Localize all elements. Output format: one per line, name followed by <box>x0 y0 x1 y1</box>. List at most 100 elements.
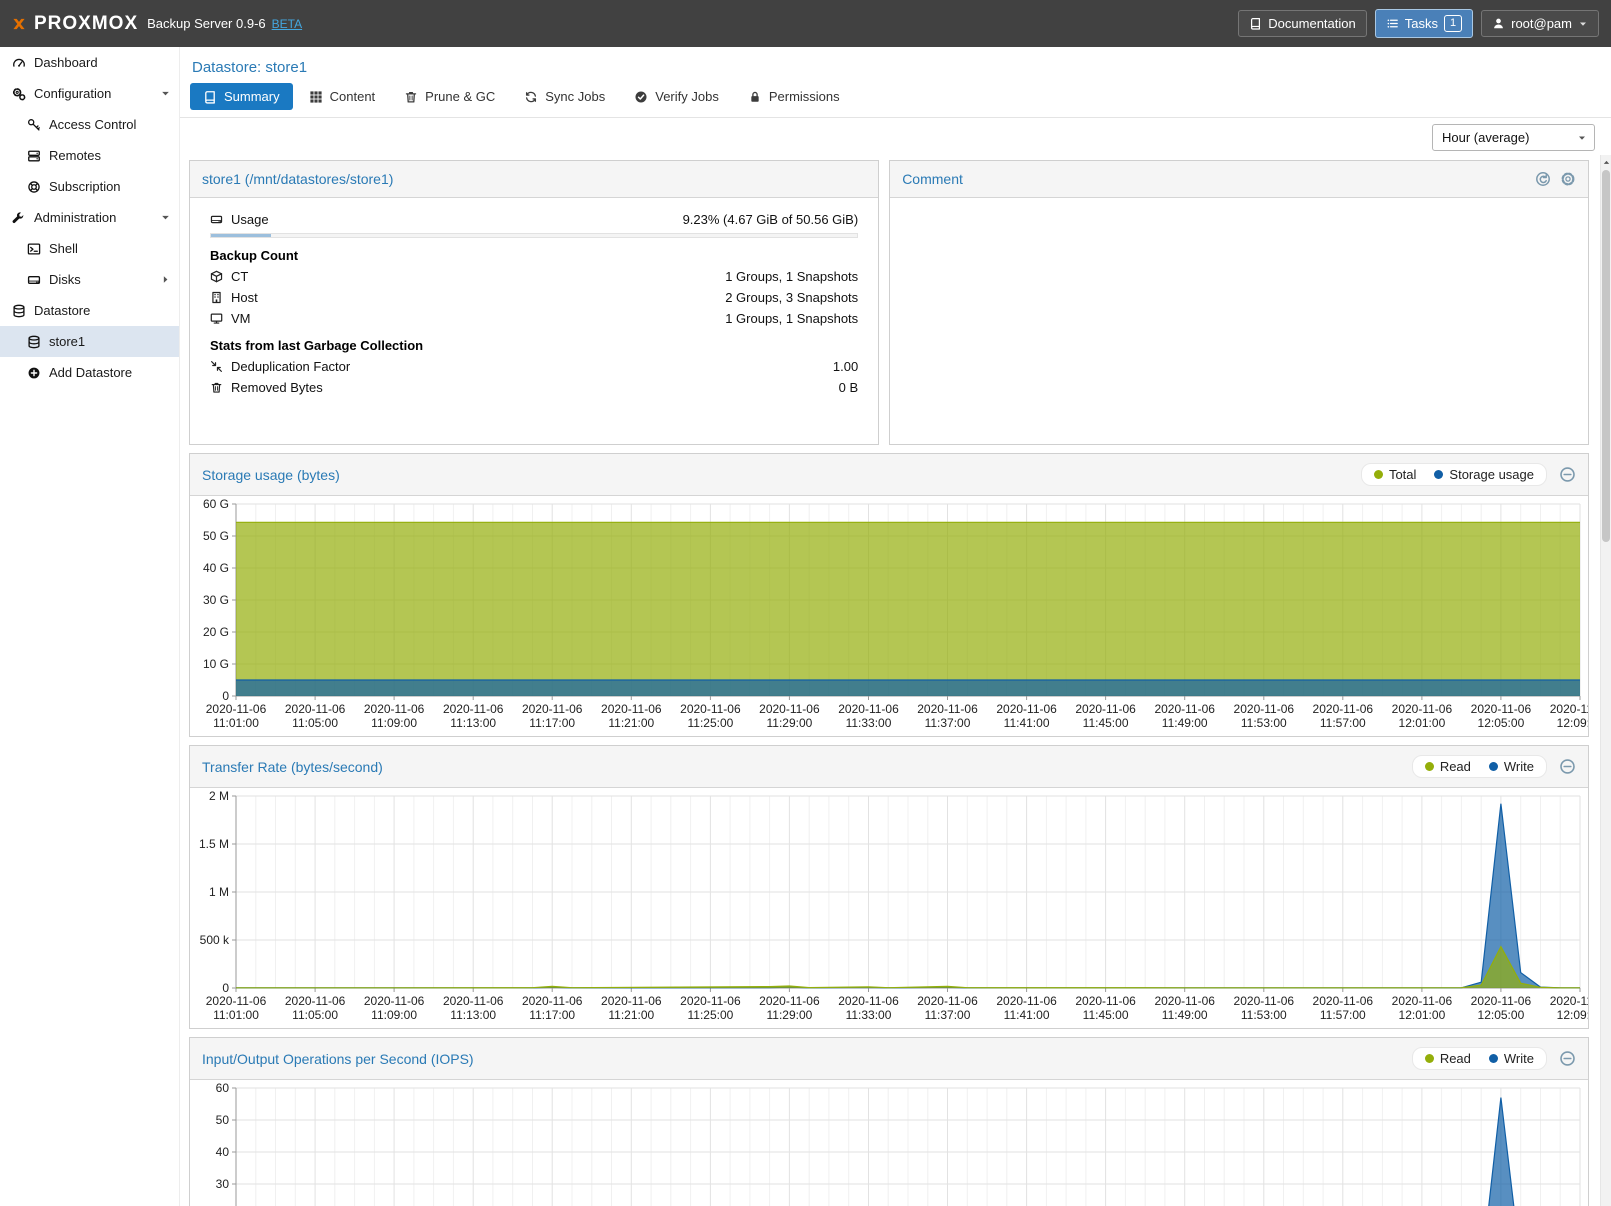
tab-sync-jobs[interactable]: Sync Jobs <box>511 83 618 110</box>
row-value: 2 Groups, 3 Snapshots <box>725 290 858 305</box>
chart-legend: Read Write <box>1412 1047 1547 1070</box>
legend-dot <box>1489 762 1498 771</box>
svg-text:11:05:00: 11:05:00 <box>292 1008 338 1022</box>
gauge-icon <box>12 56 26 70</box>
legend-item-storage-usage[interactable]: Storage usage <box>1434 467 1534 482</box>
svg-text:11:29:00: 11:29:00 <box>766 716 812 730</box>
chevron-right-icon[interactable] <box>160 274 171 285</box>
legend-item-read[interactable]: Read <box>1425 1051 1471 1066</box>
sidebar-item-access-control[interactable]: Access Control <box>0 109 179 140</box>
circle-arrow-icon[interactable] <box>1535 171 1551 187</box>
gear-icon[interactable] <box>1560 171 1576 187</box>
tab-content[interactable]: Content <box>296 83 389 110</box>
chevron-down-icon[interactable] <box>160 212 171 223</box>
svg-text:20 G: 20 G <box>203 625 229 639</box>
svg-text:2020-11-06: 2020-11-06 <box>1392 994 1453 1008</box>
book-icon <box>203 90 217 104</box>
brand-name: PROXMOX <box>34 13 138 35</box>
svg-text:11:01:00: 11:01:00 <box>213 716 259 730</box>
usage-label: Usage <box>231 212 269 227</box>
grid-icon <box>309 90 323 104</box>
svg-text:2020-11-06: 2020-11-06 <box>206 702 267 716</box>
scroll-up-icon[interactable] <box>1602 158 1611 167</box>
chart-toolbar: Hour (average) <box>180 118 1611 158</box>
svg-text:11:49:00: 11:49:00 <box>1162 1008 1208 1022</box>
tab-prune-gc[interactable]: Prune & GC <box>391 83 508 110</box>
sidebar-item-datastore[interactable]: Datastore <box>0 295 179 326</box>
legend-dot <box>1374 470 1383 479</box>
sidebar-item-label: Access Control <box>49 117 136 132</box>
svg-text:2020-11-06: 2020-11-06 <box>364 994 425 1008</box>
tab-verify-jobs[interactable]: Verify Jobs <box>621 83 732 110</box>
compress-icon <box>210 360 223 373</box>
list-icon <box>1386 17 1399 30</box>
svg-text:2020-11-06: 2020-11-06 <box>285 702 346 716</box>
svg-text:12:09:00: 12:09:00 <box>1557 716 1588 730</box>
tab-label: Prune & GC <box>425 89 495 104</box>
svg-text:2020-11-06: 2020-11-06 <box>996 702 1057 716</box>
scrollbar-thumb[interactable] <box>1602 170 1610 542</box>
svg-text:2020-11-06: 2020-11-06 <box>1550 994 1588 1008</box>
sidebar-item-shell[interactable]: Shell <box>0 233 179 264</box>
svg-text:1 M: 1 M <box>209 885 229 899</box>
user-menu-button[interactable]: root@pam <box>1481 10 1599 37</box>
legend-item-read[interactable]: Read <box>1425 759 1471 774</box>
svg-text:11:57:00: 11:57:00 <box>1320 1008 1366 1022</box>
sidebar-item-configuration[interactable]: Configuration <box>0 78 179 109</box>
svg-text:60: 60 <box>216 1081 230 1095</box>
panel-title: store1 (/mnt/datastores/store1) <box>202 171 393 187</box>
svg-text:11:17:00: 11:17:00 <box>529 716 575 730</box>
svg-text:12:05:00: 12:05:00 <box>1478 716 1525 730</box>
sidebar-item-disks[interactable]: Disks <box>0 264 179 295</box>
collapse-chart-icon[interactable] <box>1559 466 1576 483</box>
database-icon <box>12 304 26 318</box>
svg-text:11:17:00: 11:17:00 <box>529 1008 575 1022</box>
sidebar-item-dashboard[interactable]: Dashboard <box>0 47 179 78</box>
tab-label: Sync Jobs <box>545 89 605 104</box>
trash-icon <box>404 90 418 104</box>
svg-text:11:41:00: 11:41:00 <box>1004 1008 1050 1022</box>
svg-text:2020-11-06: 2020-11-06 <box>1392 702 1453 716</box>
product-version: Backup Server 0.9-6 <box>147 16 266 31</box>
row-value: 1 Groups, 1 Snapshots <box>725 269 858 284</box>
svg-text:12:09:00: 12:09:00 <box>1557 1008 1588 1022</box>
svg-text:2020-11-06: 2020-11-06 <box>680 702 741 716</box>
comment-panel: Comment <box>889 160 1589 445</box>
legend-item-write[interactable]: Write <box>1489 759 1534 774</box>
storage-usage-chart-panel: Storage usage (bytes) Total Storage usag… <box>189 453 1589 737</box>
lock-icon <box>748 90 762 104</box>
vertical-scrollbar[interactable] <box>1600 155 1611 1206</box>
sidebar-item-subscription[interactable]: Subscription <box>0 171 179 202</box>
svg-text:2020-11-06: 2020-11-06 <box>443 994 504 1008</box>
svg-text:11:29:00: 11:29:00 <box>766 1008 812 1022</box>
svg-text:2020-11-06: 2020-11-06 <box>443 702 504 716</box>
tab-summary[interactable]: Summary <box>190 83 293 110</box>
comment-content[interactable] <box>890 198 1588 444</box>
beta-link[interactable]: BETA <box>272 17 302 31</box>
brand: PROXMOX Backup Server 0.9-6 BETA <box>12 13 302 35</box>
collapse-chart-icon[interactable] <box>1559 1050 1576 1067</box>
chevron-down-icon[interactable] <box>160 88 171 99</box>
tab-permissions[interactable]: Permissions <box>735 83 853 110</box>
panel-header: store1 (/mnt/datastores/store1) <box>190 161 878 198</box>
sidebar-item-add-datastore[interactable]: Add Datastore <box>0 357 179 388</box>
svg-text:2020-11-06: 2020-11-06 <box>1471 994 1532 1008</box>
row-label: Deduplication Factor <box>231 359 350 374</box>
legend-item-write[interactable]: Write <box>1489 1051 1534 1066</box>
timeframe-select[interactable]: Hour (average) <box>1432 124 1595 151</box>
gc-row-dedup: Deduplication Factor 1.00 <box>210 357 858 376</box>
sidebar-item-administration[interactable]: Administration <box>0 202 179 233</box>
svg-text:11:09:00: 11:09:00 <box>371 1008 417 1022</box>
usage-value: 9.23% (4.67 GiB of 50.56 GiB) <box>683 212 859 227</box>
legend-item-total[interactable]: Total <box>1374 467 1416 482</box>
row-label: VM <box>231 311 251 326</box>
panel-header: Input/Output Operations per Second (IOPS… <box>190 1038 1588 1080</box>
svg-text:11:33:00: 11:33:00 <box>846 716 892 730</box>
collapse-chart-icon[interactable] <box>1559 758 1576 775</box>
sidebar-item-remotes[interactable]: Remotes <box>0 140 179 171</box>
tab-label: Summary <box>224 89 280 104</box>
backup-row-host: Host 2 Groups, 3 Snapshots <box>210 288 858 307</box>
tasks-button[interactable]: Tasks 1 <box>1375 9 1473 38</box>
sidebar-item-store1[interactable]: store1 <box>0 326 179 357</box>
documentation-button[interactable]: Documentation <box>1238 10 1366 37</box>
